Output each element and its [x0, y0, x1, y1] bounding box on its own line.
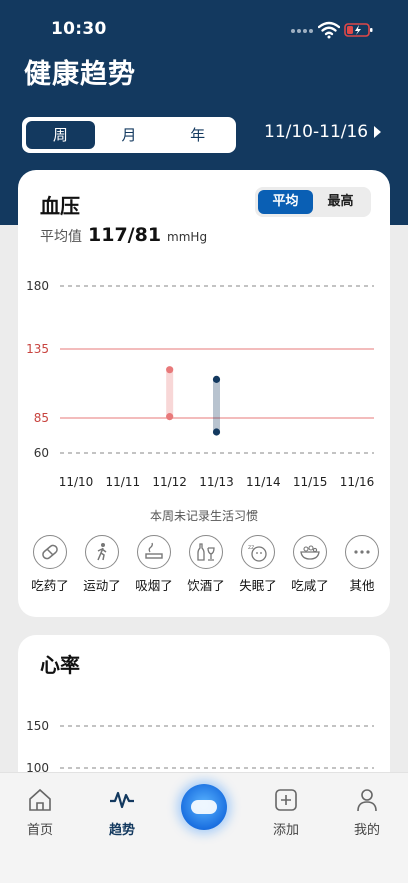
more-icon — [354, 550, 370, 554]
walking-icon — [97, 543, 107, 561]
range-bar — [213, 379, 220, 432]
average-summary: 平均值 117/81 mmHg — [40, 224, 207, 246]
battery-icon — [344, 23, 373, 37]
card-title: 血压 — [40, 194, 80, 218]
period-segmented-control: 周 月 年 — [22, 117, 236, 153]
habit-insomnia[interactable]: zz 失眠了 — [234, 535, 282, 594]
average-label: 平均值 — [40, 229, 82, 245]
status-time: 10:30 — [51, 19, 107, 39]
measure-icon — [191, 800, 217, 814]
range-bar — [166, 369, 174, 417]
tab-week[interactable]: 周 — [26, 121, 95, 149]
wifi-icon — [318, 21, 340, 39]
next-arrow-icon[interactable] — [374, 126, 382, 138]
date-range-selector[interactable]: 11/10-11/16 — [264, 122, 382, 142]
habit-label: 其他 — [349, 578, 375, 593]
tab-add[interactable]: 添加 — [256, 787, 316, 838]
tab-label: 我的 — [353, 823, 380, 838]
habit-exercise[interactable]: 运动了 — [78, 535, 126, 594]
bp-mode-toggle: 平均 最高 — [255, 187, 371, 217]
habit-note: 本周未记录生活习惯 — [149, 509, 258, 523]
x-tick-label: 11/16 — [340, 475, 375, 489]
high-point — [166, 366, 174, 374]
habit-label: 饮酒了 — [187, 578, 225, 593]
salty-food-icon — [300, 545, 320, 560]
tab-profile[interactable]: 我的 — [337, 787, 397, 838]
measure-button[interactable] — [181, 784, 227, 830]
bottom-tab-bar: 首页 趋势 添加 我的 — [0, 772, 408, 883]
cigarette-icon — [145, 542, 163, 559]
blood-pressure-chart: 180 135 85 60 11/10 11/11 11/12 11/13 11/14 11/15… — [26, 279, 375, 489]
habit-label: 吸烟了 — [135, 578, 173, 593]
habit-label: 运动了 — [83, 578, 121, 593]
pill-icon — [42, 544, 58, 560]
x-tick-label: 11/15 — [293, 475, 328, 489]
tab-label: 趋势 — [108, 823, 135, 838]
habit-smoking[interactable]: 吸烟了 — [130, 535, 178, 594]
x-tick-label: 11/13 — [199, 475, 234, 489]
tab-trend[interactable]: 趋势 — [92, 787, 152, 838]
tab-home[interactable]: 首页 — [10, 787, 70, 838]
habit-label: 失眠了 — [239, 578, 277, 593]
card-title: 心率 — [40, 653, 80, 677]
low-point — [166, 413, 174, 421]
habit-medicine[interactable]: 吃药了 — [26, 535, 74, 594]
x-tick-label: 11/11 — [106, 475, 141, 489]
x-tick-label: 11/14 — [246, 475, 281, 489]
y-tick-label: 150 — [26, 719, 49, 733]
low-point — [212, 428, 221, 436]
signal-dots-icon — [291, 29, 315, 35]
tab-year[interactable]: 年 — [163, 121, 232, 149]
tab-label: 添加 — [272, 823, 299, 838]
profile-icon — [357, 789, 377, 812]
tab-label: 首页 — [26, 823, 53, 838]
habit-drinking[interactable]: 饮酒了 — [182, 535, 230, 594]
page-title: 健康趋势 — [24, 59, 136, 90]
x-tick-label: 11/12 — [152, 475, 187, 489]
high-point — [212, 375, 221, 383]
x-tick-label: 11/10 — [59, 475, 94, 489]
habit-salty[interactable]: 吃咸了 — [286, 535, 334, 594]
date-range-text: 11/10-11/16 — [264, 122, 369, 142]
habit-list: 吃药了 运动了 吸烟了 饮酒了 zz 失眠了 吃咸了 其他 — [26, 535, 386, 594]
y-tick-label: 135 — [26, 342, 49, 356]
trend-icon — [110, 791, 134, 809]
blood-pressure-card: 血压 平均 最高 平均值 117/81 mmHg 180 135 85 60 11/10… — [18, 170, 390, 617]
unit-label: mmHg — [167, 230, 208, 244]
y-tick-label: 180 — [26, 279, 49, 293]
toggle-average[interactable]: 平均 — [258, 190, 313, 214]
habit-label: 吃咸了 — [291, 578, 329, 593]
y-tick-label: 85 — [34, 411, 49, 425]
habit-other[interactable]: 其他 — [338, 535, 386, 594]
habit-label: 吃药了 — [31, 578, 69, 593]
svg-text:zz: zz — [248, 544, 254, 551]
tab-month[interactable]: 月 — [95, 121, 164, 149]
average-value: 117/81 — [88, 224, 162, 246]
y-tick-label: 60 — [34, 446, 49, 460]
status-bar: 10:30 — [0, 0, 408, 56]
home-icon — [29, 788, 51, 811]
add-icon — [275, 789, 297, 811]
wine-icon — [197, 543, 215, 561]
sleep-icon: zz — [248, 544, 267, 562]
toggle-max[interactable]: 最高 — [313, 190, 368, 214]
